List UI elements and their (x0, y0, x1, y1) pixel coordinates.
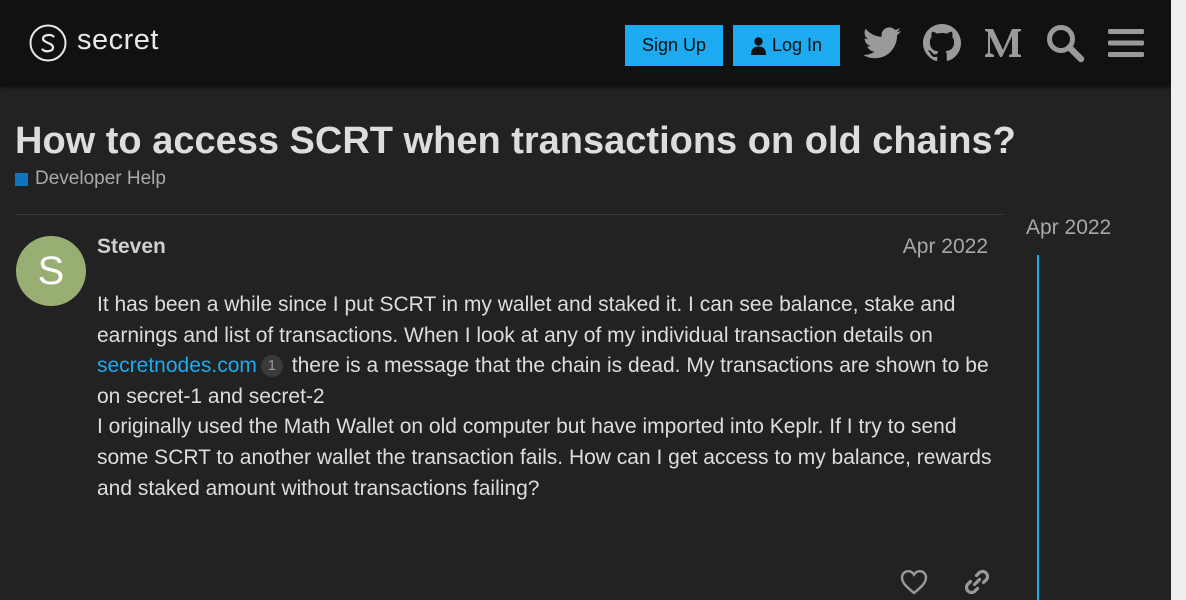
share-link-button[interactable] (961, 566, 993, 598)
page-scrollbar[interactable] (1171, 0, 1186, 600)
like-button[interactable] (898, 566, 930, 598)
title-divider (16, 214, 1004, 215)
link-icon (964, 569, 990, 595)
site-logo[interactable]: secret (29, 24, 159, 62)
post-body: It has been a while since I put SCRT in … (97, 290, 997, 504)
menu-icon[interactable] (1106, 23, 1146, 63)
log-in-button[interactable]: Log In (733, 25, 840, 66)
post-date[interactable]: Apr 2022 (903, 235, 988, 259)
timeline-scroller-track[interactable] (1037, 255, 1039, 600)
search-icon[interactable] (1045, 23, 1085, 63)
category-name: Developer Help (35, 168, 166, 189)
category-color-swatch (15, 172, 28, 186)
post-paragraph-1: It has been a while since I put SCRT in … (97, 290, 997, 412)
user-icon (750, 36, 766, 55)
post-text-before-link: It has been a while since I put SCRT in … (97, 293, 956, 347)
sign-up-label: Sign Up (641, 35, 707, 55)
timeline-start-date[interactable]: Apr 2022 (1026, 216, 1111, 240)
heart-icon (900, 569, 928, 595)
site-header: secret Sign Up Log In (0, 0, 1171, 86)
avatar-letter: S (37, 248, 65, 293)
category-badge[interactable]: Developer Help (15, 168, 166, 190)
post-paragraph-2: I originally used the Math Wallet on old… (97, 415, 992, 500)
log-in-label: Log In (771, 35, 823, 55)
avatar[interactable]: S (16, 236, 86, 306)
topic-title[interactable]: How to access SCRT when transactions on … (15, 120, 1016, 163)
medium-icon[interactable] (983, 23, 1023, 63)
secretnodes-link[interactable]: secretnodes.com (97, 354, 257, 377)
twitter-icon[interactable] (862, 23, 902, 63)
logo-text: secret (77, 23, 159, 56)
secret-logo-icon (29, 24, 67, 62)
sign-up-button[interactable]: Sign Up (625, 25, 723, 66)
post-username[interactable]: Steven (97, 235, 166, 259)
github-icon[interactable] (922, 23, 962, 63)
link-click-count: 1 (260, 355, 283, 378)
